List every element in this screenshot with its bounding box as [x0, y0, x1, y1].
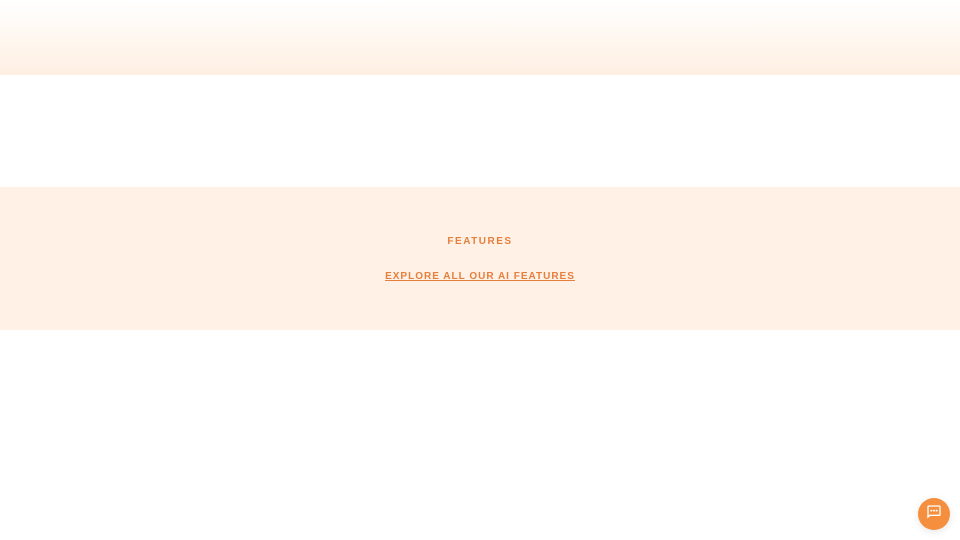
features-section: FEATURES EXPLORE ALL OUR AI FEATURES: [0, 187, 960, 330]
features-label: FEATURES: [447, 236, 512, 247]
white-gap-section: [0, 75, 960, 187]
explore-features-link[interactable]: EXPLORE ALL OUR AI FEATURES: [385, 271, 575, 282]
chat-button[interactable]: [918, 498, 950, 530]
chat-icon: [926, 504, 942, 525]
hero-gradient-section: [0, 0, 960, 75]
